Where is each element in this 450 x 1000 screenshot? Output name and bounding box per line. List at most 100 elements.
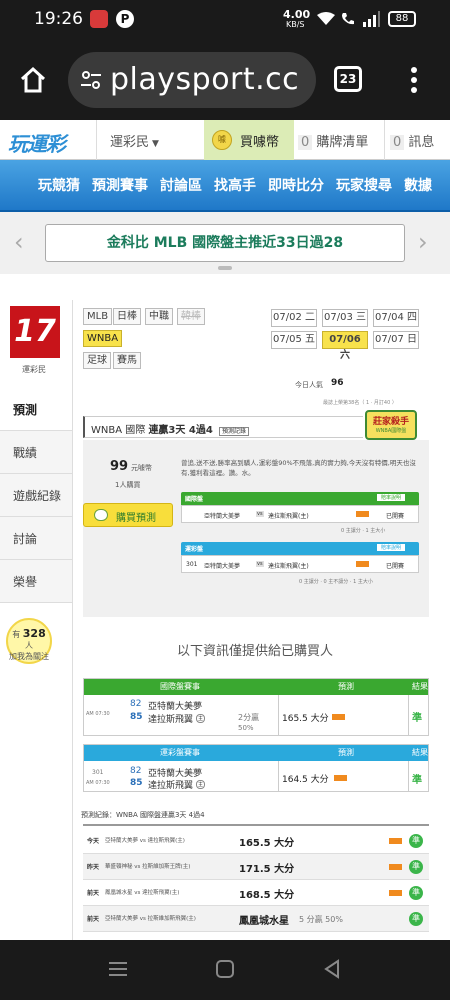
sidebar-item-discussion[interactable]: 討論 bbox=[0, 517, 72, 560]
user-menu[interactable]: 運彩民 ▼ bbox=[110, 131, 159, 150]
main-nav: 玩競猜 預測賽事 討論區 找高手 即時比分 玩家搜尋 數據 bbox=[0, 160, 450, 212]
date-0707[interactable]: 07/07 日 bbox=[373, 331, 419, 349]
battery-indicator: 88 bbox=[388, 11, 416, 27]
lottery-score-away: 82 bbox=[130, 766, 142, 776]
user-menu-label: 運彩民 bbox=[110, 135, 150, 150]
coin-icon: 噱 bbox=[212, 130, 232, 150]
date-0704[interactable]: 07/04 四 bbox=[373, 309, 419, 327]
carousel-next-icon[interactable]: › bbox=[418, 228, 428, 256]
intl-pick-value: 165.5 大分 bbox=[282, 714, 329, 724]
site-logo[interactable]: 玩運彩 bbox=[8, 128, 66, 157]
promo-banner[interactable]: 金科比 MLB 國際盤主推近33日過28 bbox=[45, 224, 405, 262]
lottery-result-time: AM 07:30 bbox=[86, 780, 110, 786]
history-row: 昨天 華盛頓神秘 vs 拉斯維加斯王牌(主) 171.5 大分 準 bbox=[83, 854, 429, 880]
ranking-text: 最誌上榮第38名（ 1 · 月訂40 ） bbox=[323, 400, 397, 406]
messages-link[interactable]: 0 訊息 bbox=[390, 131, 434, 150]
menu-icon[interactable] bbox=[410, 66, 418, 94]
network-speed-unit: KB/S bbox=[286, 20, 305, 29]
site-settings-icon[interactable] bbox=[80, 69, 102, 91]
nav-item-play[interactable]: 玩競猜 bbox=[38, 175, 80, 195]
status-time: 19:26 bbox=[34, 9, 83, 29]
main-content: MLB 日棒 中職 韓棒 WNBA 足球 賽馬 07/02 二 07/03 三 … bbox=[72, 300, 438, 940]
coin-icon bbox=[94, 509, 108, 521]
visitor-prefix: 有 bbox=[12, 630, 21, 639]
sport-tag-horse[interactable]: 賽馬 bbox=[113, 352, 141, 369]
lottery-pick-header: 運彩盤 賠率說明 bbox=[181, 542, 419, 555]
col-header: 國際盤賽事 bbox=[160, 682, 200, 691]
buy-coins-button[interactable]: 噱 買噱幣 bbox=[204, 120, 294, 160]
price-amount: 99 bbox=[110, 459, 129, 474]
sidebar-item-label: 討論 bbox=[13, 532, 38, 546]
intl-odds-help-button[interactable]: 賠率說明 bbox=[377, 494, 406, 501]
sidebar-item-record[interactable]: 戰績 bbox=[0, 431, 72, 474]
system-nav-bar bbox=[0, 940, 450, 1000]
history-table: 今天 亞特蘭大美夢 vs 達拉斯飛翼(主) 165.5 大分 準 昨天 華盛頓神… bbox=[83, 824, 429, 936]
nav-item-predict[interactable]: 預測賽事 bbox=[92, 175, 148, 195]
history-pick: 168.5 大分 bbox=[239, 890, 295, 901]
lottery-team-home: 達拉斯飛翼(主) bbox=[268, 563, 309, 570]
nav-item-experts[interactable]: 找高手 bbox=[214, 175, 256, 195]
nav-item-live-score[interactable]: 即時比分 bbox=[268, 175, 324, 195]
intl-pick-note: 0 主讓分 · 1 主大小 bbox=[341, 528, 386, 534]
intl-pick-title: 國際盤 bbox=[185, 496, 204, 503]
lottery-score-home: 85 bbox=[130, 778, 143, 788]
intl-team-away: 亞特蘭大美夢 bbox=[204, 513, 241, 520]
odds-tag-icon bbox=[389, 864, 402, 870]
cart-link[interactable]: 0 購牌清單 bbox=[298, 131, 368, 150]
profile-avatar[interactable]: 17 bbox=[10, 306, 60, 358]
record-link[interactable]: 預測記錄 bbox=[218, 427, 249, 436]
history-pick: 165.5 大分 bbox=[239, 838, 295, 849]
sport-tag-kbo[interactable]: 韓棒 bbox=[177, 308, 205, 325]
lottery-odds-help-button[interactable]: 賠率說明 bbox=[377, 544, 406, 551]
history-row: 今天 亞特蘭大美夢 vs 達拉斯飛翼(主) 165.5 大分 準 bbox=[83, 828, 429, 854]
home-button-icon[interactable] bbox=[215, 959, 235, 979]
date-0703[interactable]: 07/03 三 bbox=[322, 309, 368, 327]
intl-result-header: 國際盤賽事 預測 結果 bbox=[84, 679, 428, 695]
wifi-icon bbox=[317, 12, 335, 25]
back-icon[interactable] bbox=[322, 959, 342, 979]
col-header: 預測 bbox=[338, 748, 354, 757]
date-0706-selected[interactable]: 07/06 六 bbox=[322, 331, 368, 361]
section-league: WNBA 國際 bbox=[91, 425, 146, 436]
sport-tag-npb[interactable]: 日棒 bbox=[113, 308, 141, 325]
promo-carousel: ‹ 金科比 MLB 國際盤主推近33日過28 › bbox=[0, 212, 450, 274]
sport-tag-mlb[interactable]: MLB bbox=[83, 308, 113, 325]
sport-tag-wnba[interactable]: WNBA bbox=[83, 330, 123, 347]
odds-tag-icon bbox=[356, 561, 369, 567]
badge-sub: WNBA國際盤 bbox=[375, 428, 407, 434]
intl-result-time: AM 07:30 bbox=[86, 711, 110, 717]
lottery-result-header: 運彩盤賽事 預測 結果 bbox=[84, 745, 428, 761]
nav-item-forum[interactable]: 討論區 bbox=[160, 175, 202, 195]
home-icon[interactable] bbox=[18, 66, 48, 94]
history-result: 準 bbox=[409, 912, 423, 926]
history-day: 今天 bbox=[87, 838, 100, 845]
cart-label: 購牌清單 bbox=[316, 135, 369, 150]
sport-tag-cpbl[interactable]: 中職 bbox=[145, 308, 173, 325]
col-header: 預測 bbox=[338, 682, 354, 691]
lottery-vs: vs bbox=[256, 561, 264, 567]
tab-switcher-button[interactable]: 23 bbox=[334, 66, 362, 92]
nav-item-data[interactable]: 數據 bbox=[404, 175, 432, 195]
date-0702[interactable]: 07/02 二 bbox=[271, 309, 317, 327]
sidebar-item-predictions[interactable]: 預測 bbox=[0, 388, 72, 431]
date-0705[interactable]: 07/05 五 bbox=[271, 331, 317, 349]
odds-tag-icon bbox=[332, 714, 345, 720]
call-icon bbox=[342, 13, 354, 25]
url-text: playsport.cc bbox=[110, 62, 300, 97]
nav-item-player-search[interactable]: 玩家搜尋 bbox=[336, 175, 392, 195]
avatar-text: 17 bbox=[14, 314, 56, 349]
lottery-status: 已開賽 bbox=[386, 563, 405, 570]
sport-tag-soccer[interactable]: 足球 bbox=[83, 352, 111, 369]
visitor-suffix: 人 bbox=[25, 641, 33, 650]
caret-down-icon: ▼ bbox=[152, 139, 159, 149]
follow-bulb[interactable]: 有 328 人 加我為關注 bbox=[6, 618, 52, 664]
sidebar-item-game-log[interactable]: 遊戲紀錄 bbox=[0, 474, 72, 517]
sidebar-item-honors[interactable]: 榮譽 bbox=[0, 560, 72, 603]
app-notification-icon bbox=[90, 10, 108, 28]
dealer-killer-badge: 莊家殺手 WNBA國際盤 bbox=[365, 410, 417, 440]
carousel-prev-icon[interactable]: ‹ bbox=[14, 228, 24, 256]
url-bar[interactable]: playsport.cc bbox=[68, 52, 316, 108]
lottery-pick-note: 0 主讓分 · 0 主不讓分 · 1 主大小 bbox=[299, 579, 373, 585]
buy-prediction-button[interactable]: 購買預測 bbox=[83, 503, 173, 527]
recent-apps-icon[interactable] bbox=[108, 960, 128, 978]
